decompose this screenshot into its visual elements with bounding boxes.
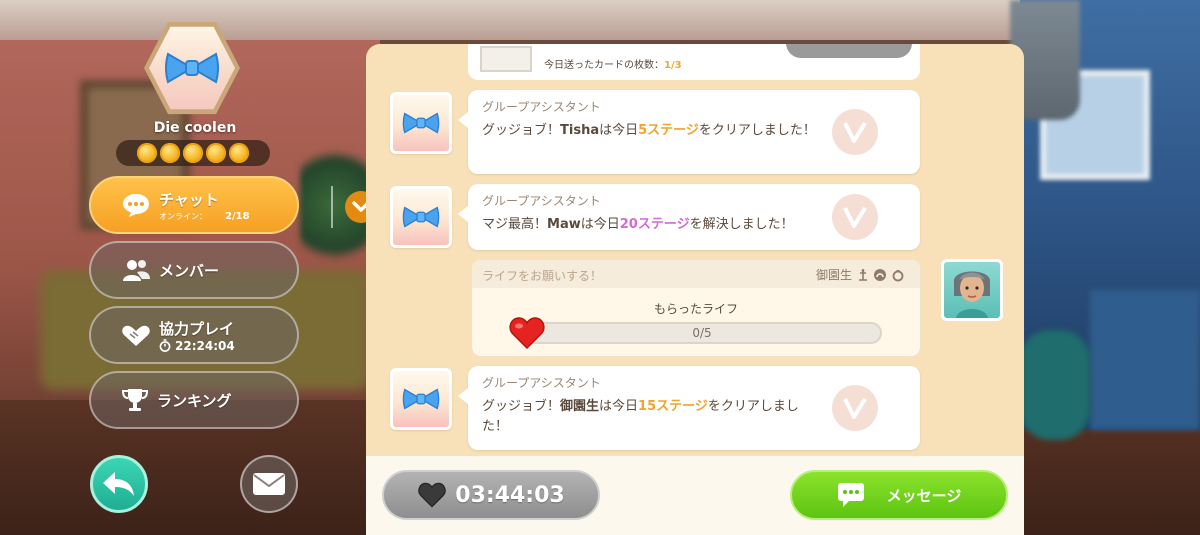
life-timer-button[interactable]: 03:44:03 — [382, 470, 600, 520]
chat-message: グループアシスタント グッジョブ！Tishaは今日5ステージをクリアしました！ — [458, 90, 920, 174]
assistant-avatar — [390, 92, 452, 154]
life-request-card: ライフをお願いする！ 御園生 もらったライフ 0/5 — [471, 259, 921, 357]
send-card-button[interactable] — [786, 44, 912, 58]
life-request-title: ライフをお願いする！ — [482, 269, 603, 283]
chat-message: グループアシスタント マジ最高！Mawは今日20ステージを解決しました！ — [458, 184, 920, 250]
check-stamp-icon — [843, 397, 867, 419]
team-rank-stars — [116, 140, 270, 166]
message-text: グッジョブ！Tishaは今日5ステージをクリアしました！ — [482, 123, 816, 138]
bow-icon — [402, 206, 440, 228]
mail-button[interactable] — [240, 455, 298, 513]
message-sender: グループアシスタント — [482, 376, 601, 390]
tab-ranking[interactable]: ランキング — [89, 371, 299, 429]
message-text: グッジョブ！御園生は今日15ステージをクリアしました！ — [482, 399, 799, 434]
heart-icon — [418, 482, 446, 508]
badge-icons — [859, 268, 904, 281]
bow-icon — [402, 388, 440, 410]
player-name: Maw — [547, 217, 581, 232]
back-button[interactable] — [90, 455, 148, 513]
message-button-label: メッセージ — [886, 486, 962, 505]
player-portrait-icon — [953, 271, 991, 318]
star-coin-icon — [160, 143, 180, 163]
tab-members[interactable]: メンバー — [89, 241, 299, 299]
heart-icon — [509, 317, 545, 350]
online-label: オンライン： — [159, 211, 207, 221]
requester-name: 御園生 — [815, 268, 852, 282]
stage-count: 15ステージ — [638, 399, 708, 414]
tab-chat[interactable]: チャット オンライン： 2/18 — [89, 176, 377, 234]
like-stamp-button[interactable] — [832, 109, 878, 155]
requester-avatar[interactable] — [941, 259, 1003, 321]
card-count-value: 1/3 — [664, 60, 682, 71]
check-stamp-icon — [843, 206, 867, 228]
player-name: 御園生 — [560, 399, 600, 414]
chat-panel[interactable]: 今日送ったカードの枚数：1/3 グループアシスタント グッジョブ！Tishaは今… — [366, 44, 1024, 535]
members-label: メンバー — [159, 261, 220, 280]
card-image — [480, 46, 532, 72]
mail-icon — [253, 473, 285, 495]
coop-label: 協力プレイ — [159, 319, 235, 338]
stage-count: 5ステージ — [638, 123, 699, 138]
coop-timer: 22:24:04 — [175, 338, 235, 353]
star-coin-icon — [183, 143, 203, 163]
chat-bubble-icon — [123, 194, 149, 217]
message-sender: グループアシスタント — [482, 100, 601, 114]
stage-count: 20ステージ — [619, 217, 690, 232]
like-stamp-button[interactable] — [832, 194, 878, 240]
card-request-message: 今日送ったカードの枚数：1/3 — [468, 44, 920, 80]
message-sender: グループアシスタント — [482, 194, 601, 208]
chat-label: チャット — [159, 190, 219, 209]
life-progress-bar: 0/5 — [522, 322, 882, 344]
life-progress-text: 0/5 — [692, 326, 712, 340]
star-coin-icon — [206, 143, 226, 163]
online-count: 2/18 — [225, 210, 250, 222]
bow-icon — [165, 52, 219, 84]
like-stamp-button[interactable] — [832, 385, 878, 431]
life-timer: 03:44:03 — [455, 482, 565, 508]
assistant-avatar — [390, 186, 452, 248]
ranking-label: ランキング — [157, 391, 232, 410]
star-coin-icon — [229, 143, 249, 163]
team-name: Die coolen — [153, 120, 237, 136]
trophy-icon — [121, 389, 149, 411]
check-stamp-icon — [843, 121, 867, 143]
message-icon — [837, 483, 864, 507]
star-coin-icon — [137, 143, 157, 163]
bow-icon — [402, 112, 440, 134]
back-arrow-icon — [103, 472, 134, 496]
player-name: Tisha — [560, 123, 600, 138]
message-button[interactable]: メッセージ — [790, 470, 1008, 520]
tab-coop-play[interactable]: 協力プレイ 22:24:04 — [89, 306, 299, 364]
assistant-avatar — [390, 368, 452, 430]
members-icon — [123, 260, 150, 281]
handshake-icon — [122, 325, 150, 346]
chat-message: グループアシスタント グッジョブ！御園生は今日15ステージをクリアしました！ — [458, 366, 920, 450]
message-text: マジ最高！Mawは今日20ステージを解決しました！ — [482, 217, 794, 232]
card-count-label: 今日送ったカードの枚数： — [544, 60, 664, 71]
stopwatch-icon — [159, 339, 171, 352]
